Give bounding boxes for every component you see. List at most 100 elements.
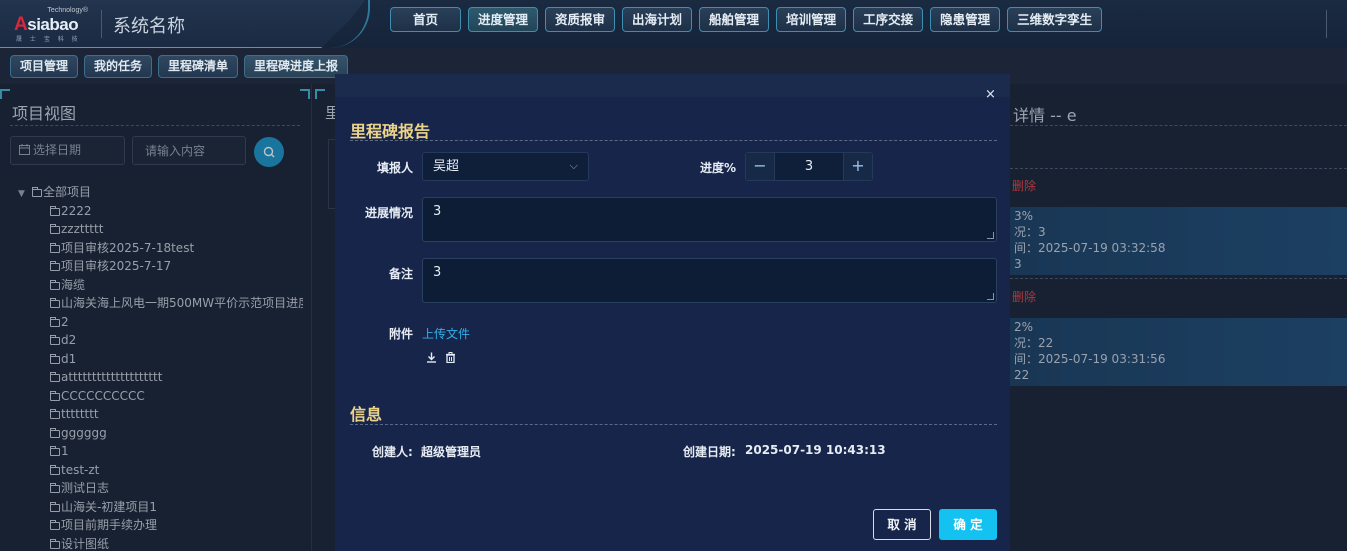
system-title: 系统名称 [113,16,185,37]
download-icon[interactable] [426,352,437,363]
nav-home[interactable]: 首页 [390,7,461,32]
date-placeholder: 选择日期 [33,143,82,157]
cancel-button[interactable]: 取 消 [873,509,931,540]
folder-icon [50,409,60,419]
nav-progress-management[interactable]: 进度管理 [468,7,539,32]
delete-link[interactable]: 删除 [1012,288,1036,305]
tree-node[interactable]: 海缆 [18,276,303,295]
folder-icon [50,205,60,216]
record-card: 3% 况：3 间：2025-07-19 03:32:58 3 [1010,207,1347,275]
attachment-label: 附件 [388,327,413,341]
divider [1010,125,1347,126]
tree-node[interactable]: 1 [18,442,303,461]
tree-node[interactable]: 项目审核2025-7-17 [18,257,303,276]
tree-node[interactable]: d2 [18,331,303,350]
tree-node[interactable]: 2222 [18,202,303,221]
folder-icon [50,353,60,364]
folder-icon [50,427,60,438]
tree-node[interactable]: 山海关-初建项目1 [18,498,303,517]
trash-icon[interactable] [445,352,456,363]
divider [350,424,997,425]
nav-hazard-management[interactable]: 隐患管理 [930,7,1001,32]
progress-stepper: − 3 + [745,152,873,181]
folder-icon [50,242,60,253]
tree-node[interactable]: 2 [18,313,303,332]
tree-node[interactable]: atttttttttttttttttttt [18,368,303,387]
folder-icon [50,538,60,549]
calendar-icon [19,144,30,155]
milestone-report-dialog: × 里程碑报告 填报人 吴超 ⌵ 进度% − 3 + 进展情况 3 备注 3 附… [335,74,1010,551]
created-date-value: 2025-07-19 10:43:13 [745,443,886,457]
top-right-control[interactable] [1326,10,1347,38]
tree-node[interactable]: 项目审核2025-7-18test [18,239,303,258]
confirm-button[interactable]: 确 定 [939,509,997,540]
tab-project-management[interactable]: 项目管理 [10,55,79,78]
folder-icon [50,298,60,308]
nav-ship-management[interactable]: 船舶管理 [699,7,770,32]
tab-milestone-list[interactable]: 里程碑清单 [158,55,239,78]
brand-divider [101,10,102,38]
tree-node[interactable]: zzzttttt [18,220,303,239]
situation-textarea[interactable]: 3 [422,197,997,242]
tree-node[interactable]: 项目前期手续办理 [18,516,303,535]
remark-textarea[interactable]: 3 [422,258,997,303]
project-view-panel: 项目视图 选择日期 ▼全部项目 2222zzzttttt项目审核2025-7-1… [0,84,312,551]
delete-link[interactable]: 删除 [1012,177,1036,194]
folder-icon [50,372,60,382]
tree-node[interactable]: gggggg [18,424,303,443]
progress-label: 进度% [699,161,736,175]
search-button[interactable] [254,137,284,167]
folder-icon [50,520,60,530]
folder-icon [50,316,60,327]
tree-root[interactable]: ▼ 全部项目 [18,183,303,202]
section-title-info: 信息 [350,405,383,424]
caret-down-icon[interactable]: ▼ [18,185,32,204]
decrement-button[interactable]: − [746,153,774,180]
tree-node[interactable]: test-zt [18,461,303,480]
nav-digital-twin[interactable]: 三维数字孪生 [1007,7,1103,32]
tree-node[interactable]: tttttttt [18,405,303,424]
nav-offshore-plan[interactable]: 出海计划 [622,7,693,32]
company-logo: Asiabao Technology® 晟 士 宝 科 技 [14,7,88,43]
nav-process-handover[interactable]: 工序交接 [853,7,924,32]
detail-panel: 详情 -- e 删除 3% 况：3 间：2025-07-19 03:32:58 … [1010,84,1347,551]
tab-my-tasks[interactable]: 我的任务 [84,55,153,78]
folder-icon [50,483,60,493]
upload-file-link[interactable]: 上传文件 [422,325,470,342]
folder-icon [50,501,60,512]
corner-decoration [300,89,310,99]
tree-node[interactable]: 测试日志 [18,479,303,498]
remark-label: 备注 [388,267,413,281]
reporter-label: 填报人 [376,161,413,175]
close-icon[interactable]: × [985,87,996,102]
divider [1010,168,1347,169]
nav-qualification-review[interactable]: 资质报审 [545,7,616,32]
folder-icon [50,390,60,401]
brand-curve-decoration [330,0,370,48]
reporter-select[interactable]: 吴超 ⌵ [422,152,589,181]
project-tree: ▼ 全部项目 2222 zzzttttt 项目审核2025-7-18test 项目审核2… [18,183,303,551]
tab-milestone-progress-report[interactable]: 里程碑进度上报 [244,55,349,78]
date-picker[interactable]: 选择日期 [10,136,125,165]
progress-value[interactable]: 3 [774,153,844,180]
folder-icon [50,224,60,234]
creator-label: 创建人: [372,445,413,459]
search-input[interactable] [132,136,246,165]
resize-handle-icon[interactable] [987,232,994,239]
folder-icon [50,279,60,290]
tree-node[interactable]: CCCCCCCCCC [18,387,303,406]
folder-icon [50,464,60,475]
tree-node[interactable]: d1 [18,350,303,369]
main-nav: 首页 进度管理 资质报审 出海计划 船舶管理 培训管理 工序交接 隐患管理 三维… [390,7,1103,32]
tree-node[interactable]: 设计图纸 [18,535,303,551]
situation-label: 进展情况 [364,206,413,220]
increment-button[interactable]: + [844,153,872,180]
panel-title: 项目视图 [12,104,77,123]
tree-node[interactable]: 山海关海上风电一期500MW平价示范项目进度 [18,294,303,313]
nav-training-management[interactable]: 培训管理 [776,7,847,32]
creator-value: 超级管理员 [421,445,482,459]
created-date-label: 创建日期: [683,445,736,459]
search-icon [263,146,275,158]
resize-handle-icon[interactable] [987,293,994,300]
divider [350,140,997,141]
